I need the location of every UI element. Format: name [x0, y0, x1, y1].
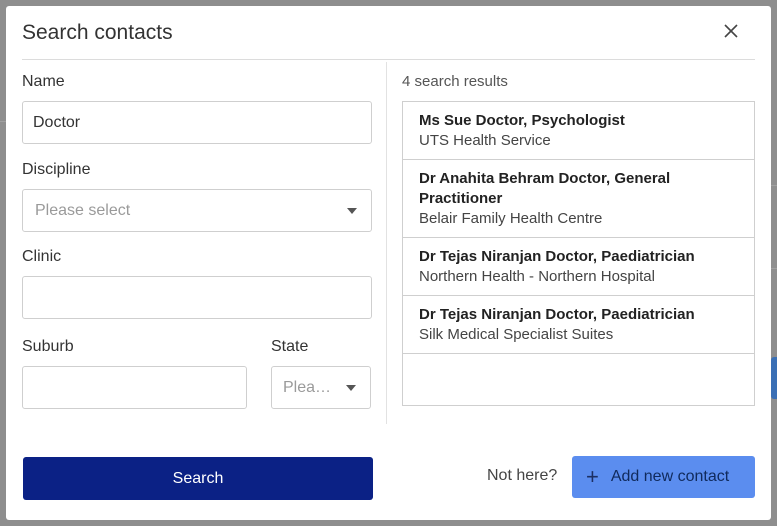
state-select[interactable]: Please select [271, 366, 371, 409]
plus-icon: + [586, 464, 599, 489]
state-label: State [271, 338, 309, 355]
result-name: Dr Anahita Behram Doctor, General Practi… [419, 170, 671, 207]
result-item[interactable]: Ms Sue Doctor, Psychologist UTS Health S… [403, 102, 754, 160]
search-form: Name Discipline Please select Clinic Sub… [22, 66, 372, 446]
name-label: Name [22, 73, 65, 90]
close-button[interactable] [718, 18, 744, 44]
backdrop-divider [771, 268, 777, 269]
chevron-down-icon [346, 384, 356, 391]
result-name: Ms Sue Doctor, Psychologist [419, 112, 625, 129]
result-item[interactable]: Dr Anahita Behram Doctor, General Practi… [403, 160, 754, 238]
discipline-placeholder: Please select [35, 201, 131, 219]
result-clinic: Northern Health - Northern Hospital [419, 268, 655, 285]
result-item[interactable]: Dr Tejas Niranjan Doctor, Paediatrician … [403, 238, 754, 296]
results-list: Ms Sue Doctor, Psychologist UTS Health S… [402, 101, 755, 406]
discipline-label: Discipline [22, 161, 91, 178]
add-new-contact-button[interactable]: + Add new contact [572, 456, 755, 498]
clinic-input[interactable] [22, 276, 372, 319]
dialog-title: Search contacts [22, 21, 173, 44]
suburb-input[interactable] [22, 366, 247, 409]
result-clinic: Belair Family Health Centre [419, 210, 603, 227]
column-divider [386, 62, 387, 424]
clinic-label: Clinic [22, 248, 62, 265]
not-here-text: Not here? [487, 467, 558, 484]
chevron-down-icon [347, 207, 357, 214]
close-icon [724, 24, 738, 38]
result-name: Dr Tejas Niranjan Doctor, Paediatrician [419, 248, 695, 265]
header-divider [22, 59, 755, 60]
backdrop-divider [771, 185, 777, 186]
backdrop-button-fragment [771, 357, 777, 399]
result-name: Dr Tejas Niranjan Doctor, Paediatrician [419, 306, 695, 323]
results-count: 4 search results [402, 73, 508, 90]
result-item[interactable]: Dr Tejas Niranjan Doctor, Paediatrician … [403, 296, 754, 354]
state-placeholder: Please select [283, 378, 338, 396]
discipline-select[interactable]: Please select [22, 189, 372, 232]
search-contacts-dialog: Search contacts Name Discipline Please s… [6, 6, 771, 520]
search-button[interactable]: Search [23, 457, 373, 500]
result-clinic: Silk Medical Specialist Suites [419, 326, 614, 343]
result-clinic: UTS Health Service [419, 132, 551, 149]
dialog-header: Search contacts [6, 6, 771, 59]
add-new-contact-label: Add new contact [610, 468, 730, 485]
suburb-label: Suburb [22, 338, 74, 355]
name-input[interactable] [22, 101, 372, 144]
